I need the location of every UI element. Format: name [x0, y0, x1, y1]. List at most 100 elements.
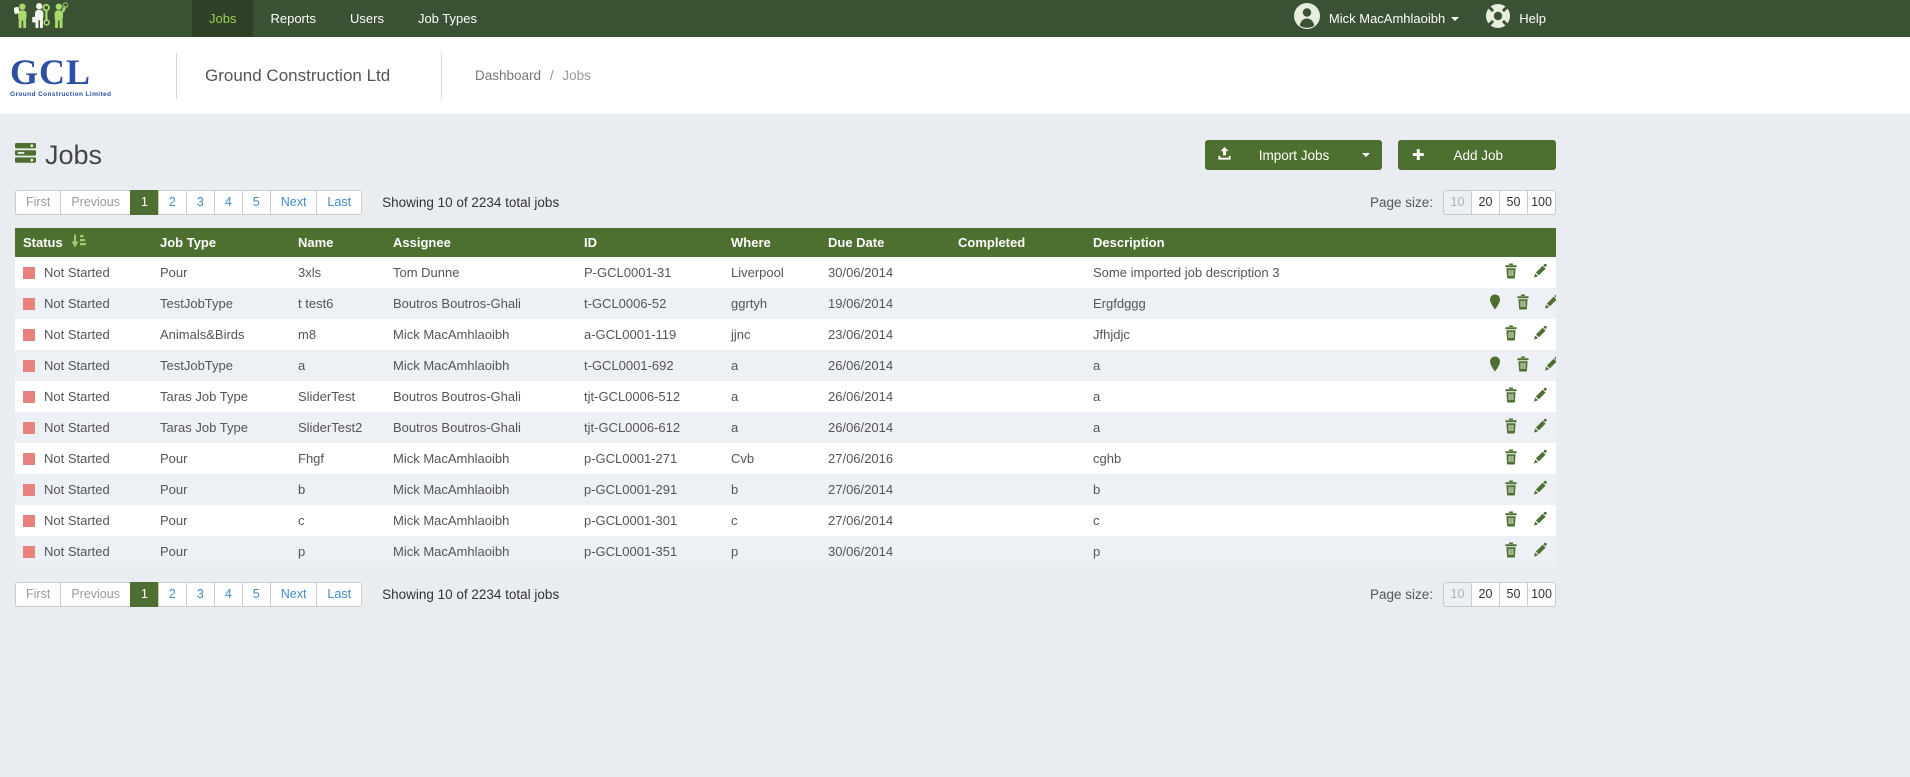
edit-pencil-icon[interactable]	[1533, 480, 1548, 499]
nav-item-reports[interactable]: Reports	[253, 0, 333, 37]
column-header-status[interactable]: Status	[15, 228, 152, 257]
page-first-button[interactable]: First	[15, 190, 62, 215]
help-menu[interactable]: Help	[1485, 3, 1546, 34]
status-label: Not Started	[44, 420, 110, 435]
import-jobs-label: Import Jobs	[1258, 147, 1330, 163]
table-row: Not Started Pour b Mick MacAmhlaoibh p-G…	[15, 474, 1556, 505]
page-size-50-button[interactable]: 50	[1499, 582, 1528, 607]
nav-item-users[interactable]: Users	[333, 0, 401, 37]
caret-down-icon	[1362, 153, 1370, 157]
page-number-2[interactable]: 2	[157, 582, 187, 607]
delete-trash-icon[interactable]	[1516, 356, 1530, 375]
nav-item-jobs[interactable]: Jobs	[192, 0, 254, 37]
status-color-square	[23, 298, 35, 310]
page-size-50-button[interactable]: 50	[1499, 190, 1528, 215]
table-header-row: Status Job Type Name Assignee ID Where D…	[15, 228, 1556, 257]
column-header-job-type: Job Type	[152, 228, 290, 257]
page-size-20-button[interactable]: 20	[1471, 582, 1500, 607]
page-number-3[interactable]: 3	[185, 190, 215, 215]
pagination-top: First Previous 1 2 3 4 5 Next Last	[15, 190, 363, 215]
delete-trash-icon[interactable]	[1504, 418, 1518, 437]
table-row: Not Started Pour c Mick MacAmhlaoibh p-G…	[15, 505, 1556, 536]
delete-trash-icon[interactable]	[1504, 325, 1518, 344]
cell-description: Some imported job description 3	[1085, 257, 1470, 288]
delete-trash-icon[interactable]	[1504, 387, 1518, 406]
breadcrumb-dashboard[interactable]: Dashboard	[475, 68, 541, 83]
edit-pencil-icon[interactable]	[1533, 542, 1548, 561]
map-pin-icon[interactable]	[1489, 294, 1501, 313]
page-last-button[interactable]: Last	[316, 582, 363, 607]
cell-completed	[950, 536, 1085, 567]
edit-pencil-icon[interactable]	[1533, 449, 1548, 468]
top-navbar: Jobs Reports Users Job Types Mick MacAmhlao…	[0, 0, 1910, 37]
page-last-button[interactable]: Last	[316, 190, 363, 215]
page-number-4[interactable]: 4	[213, 582, 243, 607]
delete-trash-icon[interactable]	[1504, 449, 1518, 468]
cell-due-date: 23/06/2014	[820, 319, 950, 350]
cell-completed	[950, 288, 1085, 319]
delete-trash-icon[interactable]	[1504, 263, 1518, 282]
edit-pencil-icon[interactable]	[1544, 356, 1556, 375]
cell-actions	[1470, 443, 1556, 474]
cell-completed	[950, 474, 1085, 505]
delete-trash-icon[interactable]	[1516, 294, 1530, 313]
add-job-button[interactable]: ✚ Add Job	[1398, 140, 1556, 170]
user-name: Mick MacAmhlaoibh	[1328, 11, 1446, 26]
import-jobs-button[interactable]: Import Jobs	[1205, 140, 1382, 170]
column-header-where: Where	[723, 228, 820, 257]
cell-actions	[1470, 257, 1556, 288]
edit-pencil-icon[interactable]	[1533, 511, 1548, 530]
column-header-actions	[1470, 228, 1556, 257]
edit-pencil-icon[interactable]	[1533, 263, 1548, 282]
page-size-100-button[interactable]: 100	[1527, 582, 1556, 607]
status-label: Not Started	[44, 389, 110, 404]
delete-trash-icon[interactable]	[1504, 480, 1518, 499]
cell-where: b	[723, 474, 820, 505]
user-menu[interactable]: Mick MacAmhlaoibh	[1293, 3, 1460, 34]
cell-status: Not Started	[15, 257, 152, 288]
cell-due-date: 27/06/2014	[820, 474, 950, 505]
delete-trash-icon[interactable]	[1504, 511, 1518, 530]
cell-job-type: Pour	[152, 257, 290, 288]
status-color-square	[23, 422, 35, 434]
page-number-5[interactable]: 5	[241, 190, 271, 215]
page-previous-button[interactable]: Previous	[60, 582, 131, 607]
delete-trash-icon[interactable]	[1504, 542, 1518, 561]
page-size-10-button[interactable]: 10	[1443, 582, 1472, 607]
edit-pencil-icon[interactable]	[1533, 387, 1548, 406]
edit-pencil-icon[interactable]	[1544, 294, 1556, 313]
cell-assignee: Mick MacAmhlaoibh	[385, 474, 576, 505]
cell-id: p-GCL0001-271	[576, 443, 723, 474]
page-size-20-button[interactable]: 20	[1471, 190, 1500, 215]
page-first-button[interactable]: First	[15, 582, 62, 607]
page-number-2[interactable]: 2	[157, 190, 187, 215]
app-logo[interactable]	[10, 0, 74, 37]
edit-pencil-icon[interactable]	[1533, 325, 1548, 344]
page-size-group-bottom: 10 20 50 100	[1443, 582, 1556, 607]
cell-completed	[950, 412, 1085, 443]
cell-job-type: Taras Job Type	[152, 412, 290, 443]
cell-assignee: Tom Dunne	[385, 257, 576, 288]
cell-job-type: Taras Job Type	[152, 381, 290, 412]
page-next-button[interactable]: Next	[269, 190, 318, 215]
breadcrumb-current: Jobs	[562, 68, 591, 83]
page-size-100-button[interactable]: 100	[1527, 190, 1556, 215]
page-number-3[interactable]: 3	[185, 582, 215, 607]
status-label: Not Started	[44, 451, 110, 466]
page-number-4[interactable]: 4	[213, 190, 243, 215]
page-size-10-button[interactable]: 10	[1443, 190, 1472, 215]
edit-pencil-icon[interactable]	[1533, 418, 1548, 437]
page-next-button[interactable]: Next	[269, 582, 318, 607]
table-row: Not Started Taras Job Type SliderTest2 B…	[15, 412, 1556, 443]
page-previous-button[interactable]: Previous	[60, 190, 131, 215]
page-number-1[interactable]: 1	[129, 190, 159, 215]
cell-assignee: Mick MacAmhlaoibh	[385, 319, 576, 350]
results-summary: Showing 10 of 2234 total jobs	[382, 195, 560, 210]
results-summary: Showing 10 of 2234 total jobs	[382, 587, 560, 602]
company-logo[interactable]: GCL Ground Construction Limited	[10, 54, 176, 98]
cell-where: p	[723, 536, 820, 567]
nav-item-job-types[interactable]: Job Types	[401, 0, 494, 37]
map-pin-icon[interactable]	[1489, 356, 1501, 375]
page-number-1[interactable]: 1	[129, 582, 159, 607]
page-number-5[interactable]: 5	[241, 582, 271, 607]
